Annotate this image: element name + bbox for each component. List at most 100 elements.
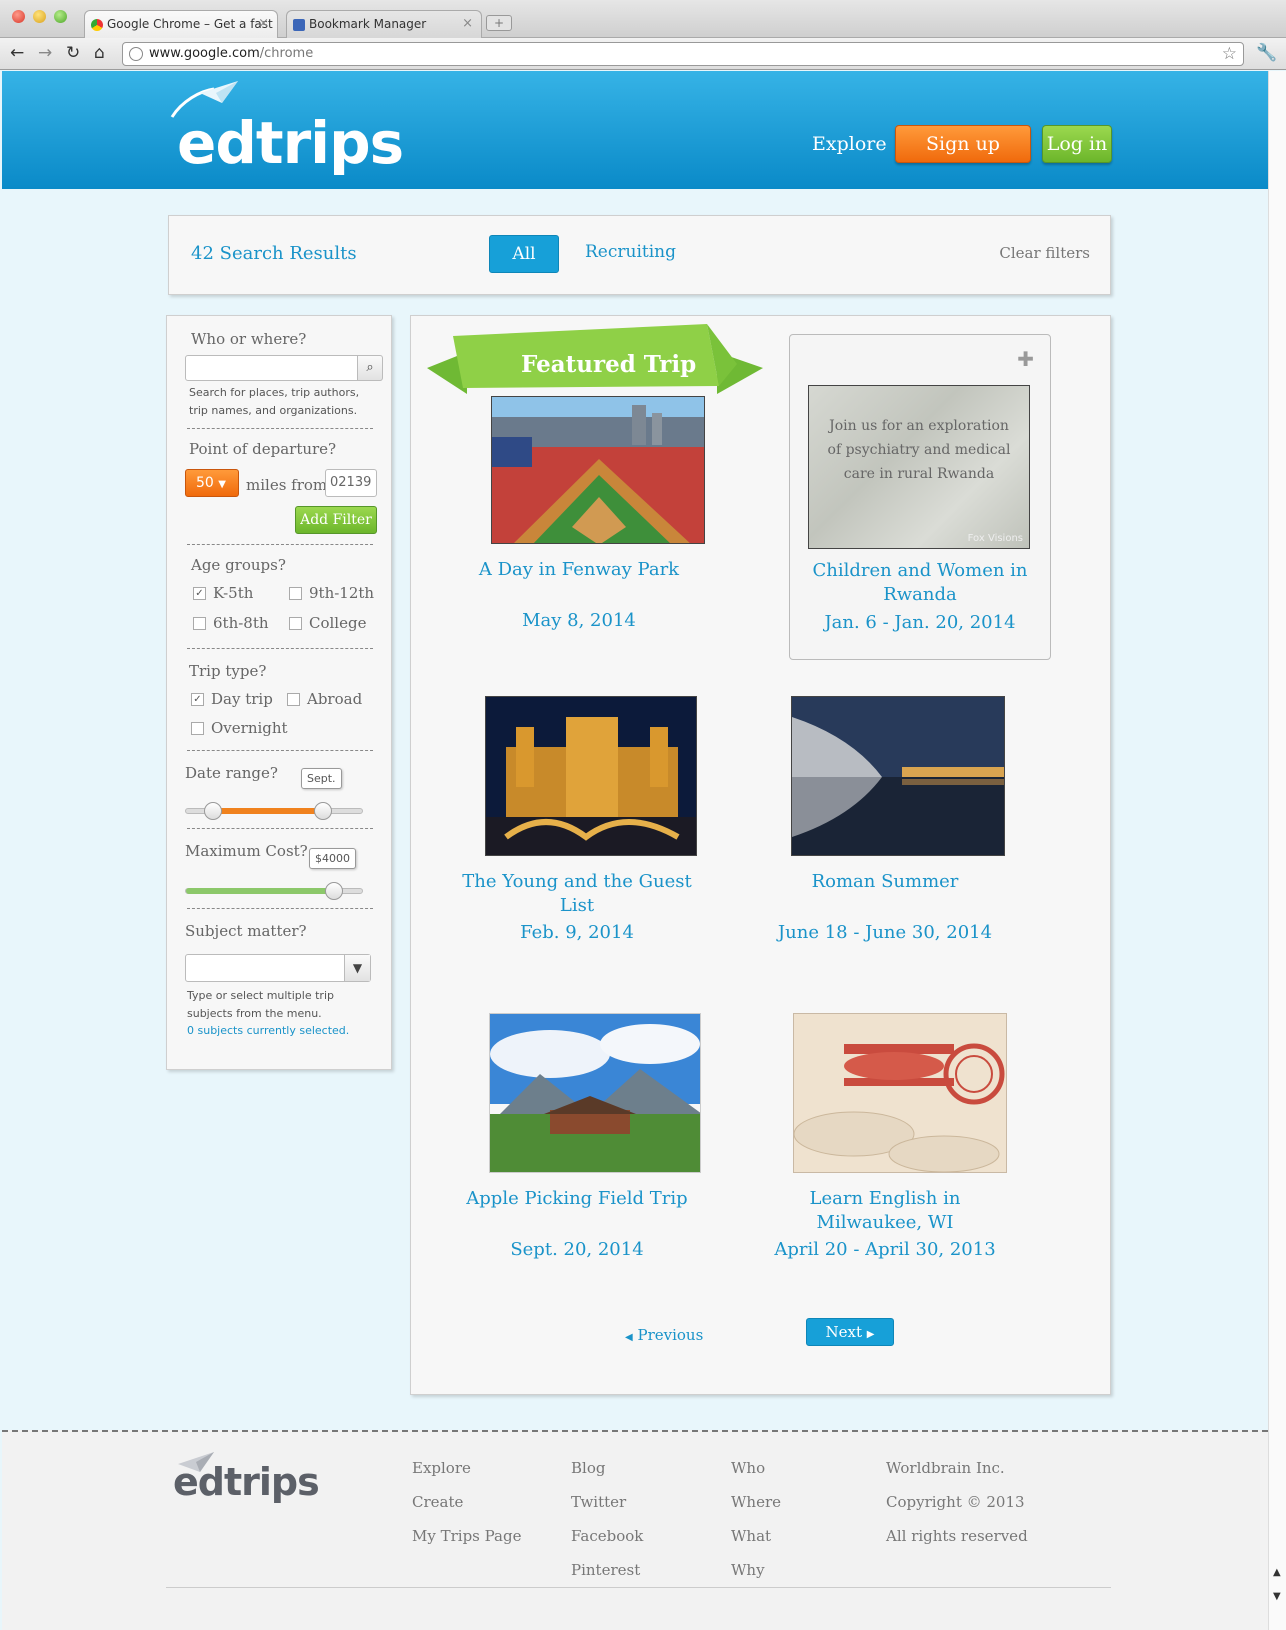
- trip-type-option-label: Overnight: [211, 719, 288, 737]
- new-tab-button[interactable]: +: [486, 15, 512, 31]
- bookmark-star-icon[interactable]: ☆: [1222, 44, 1237, 64]
- footer-text: Worldbrain Inc.: [886, 1459, 1005, 1477]
- footer-link[interactable]: My Trips Page: [412, 1526, 521, 1560]
- footer-link[interactable]: Why: [731, 1560, 781, 1594]
- date-start-handle[interactable]: [203, 802, 222, 820]
- subject-dropdown[interactable]: ▼: [185, 954, 371, 982]
- checkbox-icon[interactable]: [289, 587, 302, 600]
- close-tab-icon[interactable]: ×: [258, 16, 269, 31]
- trip-type-option-label: Abroad: [307, 690, 363, 708]
- browser-toolbar: ← → ↻ ⌂ www.google.com/chrome ☆ 🔧: [0, 38, 1286, 70]
- search-icon[interactable]: ⌕: [357, 355, 383, 381]
- max-cost-slider[interactable]: [185, 882, 363, 900]
- footer-link[interactable]: Twitter: [571, 1492, 643, 1526]
- tab-google-chrome[interactable]: Google Chrome – Get a fast ... ×: [84, 10, 278, 38]
- address-bar[interactable]: www.google.com/chrome ☆: [122, 42, 1244, 66]
- footer-link[interactable]: Facebook: [571, 1526, 643, 1560]
- subject-label: Subject matter?: [185, 922, 307, 940]
- checkbox-checked-icon[interactable]: ✓: [191, 693, 204, 706]
- scroll-down-arrow-icon[interactable]: ▼: [1273, 1591, 1281, 1602]
- add-filter-button[interactable]: Add Filter: [295, 506, 377, 534]
- trip-photo[interactable]: [791, 696, 1005, 856]
- filter-tab-recruiting[interactable]: Recruiting: [585, 242, 676, 262]
- trip-type-overnight[interactable]: Overnight: [191, 719, 288, 737]
- trip-photo[interactable]: [793, 1013, 1007, 1173]
- trip-title[interactable]: The Young and the Guest List: [447, 870, 707, 918]
- trip-date: Jan. 6 - Jan. 20, 2014: [824, 612, 1016, 633]
- trip-photo[interactable]: [489, 1013, 701, 1173]
- site-header: edtrips Explore Sign up Log in: [2, 71, 1268, 189]
- reload-icon[interactable]: ↻: [66, 43, 80, 63]
- footer-link[interactable]: Create: [412, 1492, 521, 1526]
- footer-link[interactable]: What: [731, 1526, 781, 1560]
- checkbox-icon[interactable]: [191, 722, 204, 735]
- site-logo[interactable]: edtrips: [177, 109, 404, 177]
- zip-input[interactable]: 02139: [325, 469, 377, 497]
- trip-date: Feb. 9, 2014: [520, 922, 634, 943]
- trip-type-day[interactable]: ✓ Day trip: [191, 690, 273, 708]
- footer-link[interactable]: Explore: [412, 1458, 521, 1492]
- trip-card-rwanda[interactable]: ✚ Join us for an exploration of psychiat…: [789, 334, 1051, 660]
- previous-page-link[interactable]: ◀ Previous: [625, 1326, 703, 1344]
- max-cost-fill: [186, 888, 334, 894]
- url-path: /chrome: [259, 46, 314, 61]
- footer-link[interactable]: Blog: [571, 1458, 643, 1492]
- signup-button[interactable]: Sign up: [895, 125, 1031, 163]
- age-option-college[interactable]: College: [289, 614, 366, 632]
- temple-landscape-photo-icon: [490, 1014, 700, 1172]
- trip-title[interactable]: A Day in Fenway Park: [449, 558, 709, 582]
- back-arrow-icon[interactable]: ←: [10, 43, 24, 63]
- date-range-fill: [212, 808, 324, 814]
- checkbox-checked-icon[interactable]: ✓: [193, 587, 206, 600]
- trip-title[interactable]: Learn English in Milwaukee, WI: [755, 1187, 1015, 1235]
- trip-photo[interactable]: [491, 396, 705, 544]
- footer-link[interactable]: Pinterest: [571, 1560, 643, 1594]
- filter-tab-all[interactable]: All: [489, 235, 559, 273]
- results-count: 42 Search Results: [191, 243, 357, 264]
- trip-photo[interactable]: Join us for an exploration of psychiatry…: [808, 385, 1030, 549]
- tab-bookmark-manager[interactable]: Bookmark Manager ×: [286, 10, 482, 38]
- miles-dropdown[interactable]: 50 ▼: [185, 469, 239, 497]
- login-button[interactable]: Log in: [1042, 125, 1112, 163]
- trip-photo[interactable]: [485, 696, 697, 856]
- checkbox-icon[interactable]: [193, 617, 206, 630]
- clear-filters-link[interactable]: Clear filters: [999, 244, 1090, 262]
- who-help-text: Search for places, trip authors, trip na…: [189, 386, 360, 417]
- wrench-icon[interactable]: 🔧: [1256, 43, 1277, 63]
- footer-logo[interactable]: edtrips: [173, 1460, 320, 1504]
- trip-title[interactable]: Apple Picking Field Trip: [447, 1187, 707, 1211]
- minimize-window-icon[interactable]: [33, 10, 46, 23]
- chevron-left-icon: ◀: [625, 1332, 633, 1343]
- zoom-window-icon[interactable]: [54, 10, 67, 23]
- footer-link[interactable]: Who: [731, 1458, 781, 1492]
- miles-from-text: miles from: [246, 476, 328, 494]
- add-plus-icon[interactable]: ✚: [1017, 347, 1034, 371]
- site-footer: edtrips Explore Create My Trips Page Blo…: [2, 1430, 1268, 1630]
- vertical-scrollbar[interactable]: ▲ ▼: [1268, 71, 1286, 1630]
- previous-label: Previous: [637, 1326, 704, 1344]
- checkbox-icon[interactable]: [287, 693, 300, 706]
- home-icon[interactable]: ⌂: [94, 43, 105, 63]
- scroll-up-arrow-icon[interactable]: ▲: [1273, 1567, 1281, 1578]
- forward-arrow-icon[interactable]: →: [38, 43, 52, 63]
- close-window-icon[interactable]: [12, 10, 25, 23]
- age-option-6-8[interactable]: 6th-8th: [193, 614, 269, 632]
- next-page-button[interactable]: Next ▶: [806, 1318, 894, 1346]
- who-search-input[interactable]: [185, 355, 359, 381]
- close-tab-icon[interactable]: ×: [462, 16, 473, 31]
- age-option-k5[interactable]: ✓ K-5th: [193, 584, 253, 602]
- divider: [187, 648, 373, 649]
- checkbox-icon[interactable]: [289, 617, 302, 630]
- miles-value: 50: [196, 475, 214, 491]
- subjects-selected-status[interactable]: 0 subjects currently selected.: [187, 1024, 349, 1037]
- max-cost-handle[interactable]: [324, 882, 343, 900]
- trip-title[interactable]: Children and Women in Rwanda: [790, 559, 1050, 607]
- age-option-9-12[interactable]: 9th-12th: [289, 584, 374, 602]
- chevron-down-icon[interactable]: ▼: [344, 955, 370, 981]
- trip-title[interactable]: Roman Summer: [755, 870, 1015, 894]
- date-range-slider[interactable]: [185, 802, 363, 820]
- date-end-handle[interactable]: [314, 802, 333, 820]
- nav-explore-link[interactable]: Explore: [812, 133, 887, 155]
- footer-link[interactable]: Where: [731, 1492, 781, 1526]
- trip-type-abroad[interactable]: Abroad: [287, 690, 362, 708]
